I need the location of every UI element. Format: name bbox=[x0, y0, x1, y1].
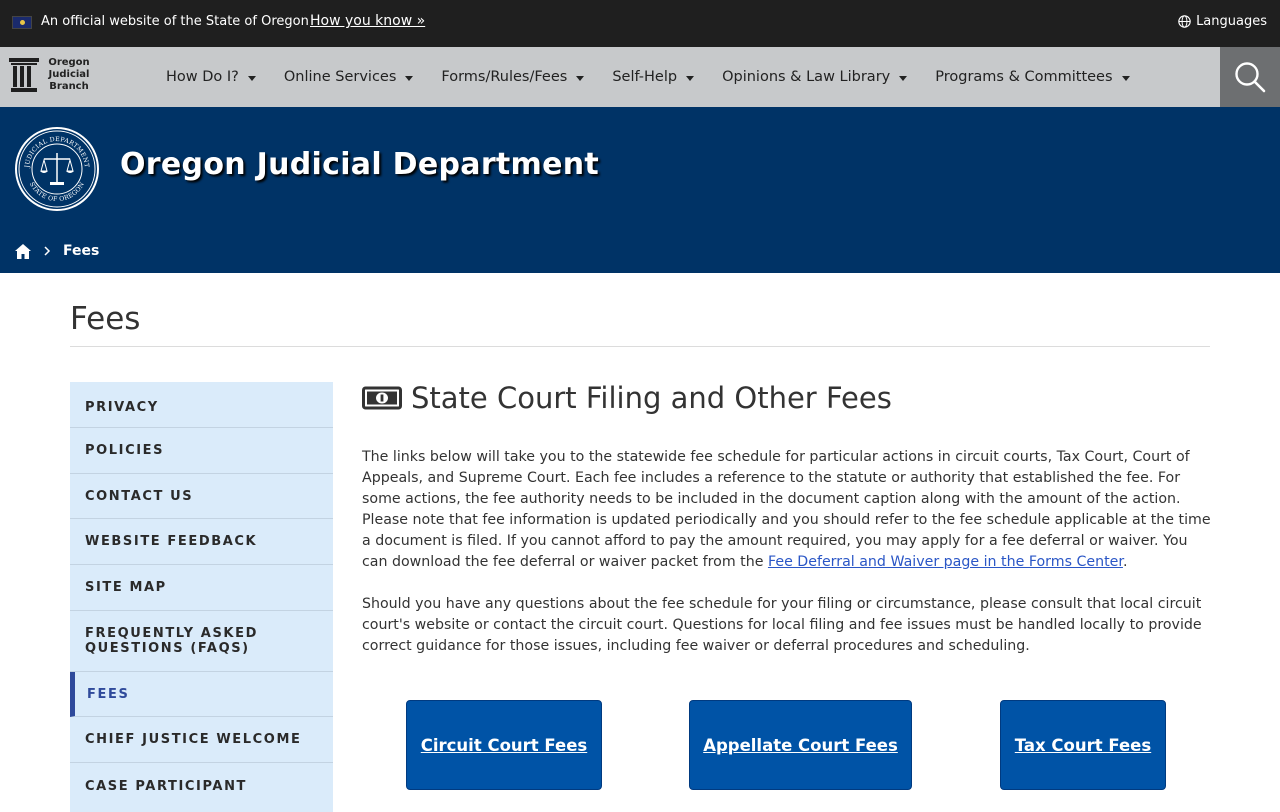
caret-down-icon bbox=[576, 75, 585, 81]
sidebar-item-fees[interactable]: FEES bbox=[70, 672, 333, 717]
nav-item-programs-committees[interactable]: Programs & Committees bbox=[935, 69, 1130, 85]
content-heading: State Court Filing and Other Fees bbox=[362, 381, 892, 415]
logo-line-1: Oregon bbox=[48, 57, 90, 68]
main-nav: Oregon Judicial Branch How Do I? Online … bbox=[0, 47, 1280, 107]
home-icon[interactable] bbox=[15, 243, 31, 259]
ojb-logo[interactable]: Oregon Judicial Branch bbox=[9, 57, 93, 93]
breadcrumb-current: Fees bbox=[63, 243, 100, 259]
tax-court-fees-button[interactable]: Tax Court Fees bbox=[1000, 700, 1166, 790]
sidebar-item-label: POLICIES bbox=[85, 443, 165, 458]
nav-item-self-help[interactable]: Self-Help bbox=[612, 69, 695, 85]
caret-down-icon bbox=[405, 75, 414, 81]
sidebar-item-label: CONTACT US bbox=[85, 488, 194, 504]
nav-label: How Do I? bbox=[166, 69, 239, 85]
caret-down-icon bbox=[686, 75, 695, 81]
sidebar-item-label: FEES bbox=[87, 686, 130, 702]
how-you-know-link[interactable]: How you know » bbox=[310, 13, 425, 29]
nav-label: Online Services bbox=[283, 69, 397, 85]
courthouse-pillar-icon bbox=[9, 58, 39, 92]
languages-label: Languages bbox=[1196, 14, 1267, 29]
intro-paragraph-end: . bbox=[1122, 554, 1128, 570]
sidebar-item-website-feedback[interactable]: WEBSITE FEEDBACK bbox=[70, 519, 333, 565]
nav-label: Programs & Committees bbox=[935, 69, 1113, 85]
sidebar-item-label: CHIEF JUSTICE WELCOME bbox=[85, 732, 302, 747]
sidebar-item-label: WEBSITE FEEDBACK bbox=[85, 534, 258, 549]
nav-label: Opinions & Law Library bbox=[722, 69, 891, 85]
nav-item-online-services[interactable]: Online Services bbox=[284, 69, 414, 85]
sidebar-item-label: CASE PARTICIPANT bbox=[85, 778, 248, 794]
nav-item-forms-rules-fees[interactable]: Forms/Rules/Fees bbox=[441, 69, 585, 85]
official-banner: An official website of the State of Oreg… bbox=[0, 0, 1280, 47]
nav-menu: How Do I? Online Services Forms/Rules/Fe… bbox=[166, 47, 1158, 107]
logo-line-3: Branch bbox=[49, 81, 89, 92]
money-bill-icon bbox=[362, 386, 402, 410]
judicial-department-seal-icon[interactable]: JUDICIAL DEPARTMENT STATE OF OREGON bbox=[15, 127, 99, 211]
sidebar-item-label: PRIVACY bbox=[85, 400, 159, 415]
official-site-text: An official website of the State of Oreg… bbox=[41, 14, 309, 29]
sidebar-item-site-map[interactable]: SITE MAP bbox=[70, 565, 333, 611]
sidebar-item-label: FREQUENTLY ASKED QUESTIONS (FAQS) bbox=[85, 626, 258, 656]
fee-deferral-waiver-link[interactable]: Fee Deferral and Waiver page in the Form… bbox=[768, 554, 1123, 570]
languages-button[interactable]: Languages bbox=[1178, 14, 1267, 29]
nav-item-opinions-law-library[interactable]: Opinions & Law Library bbox=[722, 69, 908, 85]
caret-down-icon bbox=[899, 75, 908, 81]
circuit-court-fees-button[interactable]: Circuit Court Fees bbox=[406, 700, 602, 790]
nav-label: Self-Help bbox=[612, 69, 678, 85]
title-divider bbox=[70, 346, 1210, 347]
breadcrumb: Fees bbox=[15, 243, 99, 259]
questions-paragraph: Should you have any questions about the … bbox=[362, 596, 1202, 654]
sidebar-item-chief-justice-welcome[interactable]: CHIEF JUSTICE WELCOME bbox=[70, 717, 333, 763]
globe-icon bbox=[1178, 15, 1191, 28]
oregon-flag-icon bbox=[12, 16, 32, 29]
intro-paragraph-text: The links below will take you to the sta… bbox=[362, 449, 1211, 570]
appellate-court-fees-button[interactable]: Appellate Court Fees bbox=[689, 700, 912, 790]
sidebar-item-case-participant[interactable]: CASE PARTICIPANT bbox=[70, 763, 333, 809]
chevron-right-icon bbox=[44, 246, 51, 256]
logo-line-2: Judicial bbox=[48, 69, 90, 80]
nav-item-how-do-i[interactable]: How Do I? bbox=[166, 69, 256, 85]
caret-down-icon bbox=[247, 75, 256, 81]
intro-paragraph: The links below will take you to the sta… bbox=[362, 447, 1212, 573]
sidebar-item-privacy[interactable]: PRIVACY bbox=[70, 382, 333, 428]
site-title[interactable]: Oregon Judicial Department bbox=[120, 147, 599, 182]
page-title: Fees bbox=[70, 301, 141, 337]
sidebar-item-label: SITE MAP bbox=[85, 580, 167, 595]
caret-down-icon bbox=[1121, 75, 1130, 81]
nav-label: Forms/Rules/Fees bbox=[441, 69, 568, 85]
site-banner: JUDICIAL DEPARTMENT STATE OF OREGON Oreg… bbox=[0, 107, 1280, 273]
sidebar-item-faqs[interactable]: FREQUENTLY ASKED QUESTIONS (FAQS) bbox=[70, 611, 333, 672]
ojb-logo-text: Oregon Judicial Branch bbox=[45, 57, 93, 93]
search-icon bbox=[1235, 62, 1266, 93]
sidebar-item-policies[interactable]: POLICIES bbox=[70, 428, 333, 474]
search-button[interactable] bbox=[1220, 47, 1280, 107]
sidebar-nav: PRIVACY POLICIES CONTACT US WEBSITE FEED… bbox=[70, 382, 333, 812]
sidebar-item-contact-us[interactable]: CONTACT US bbox=[70, 474, 333, 519]
content-heading-text: State Court Filing and Other Fees bbox=[411, 381, 892, 415]
